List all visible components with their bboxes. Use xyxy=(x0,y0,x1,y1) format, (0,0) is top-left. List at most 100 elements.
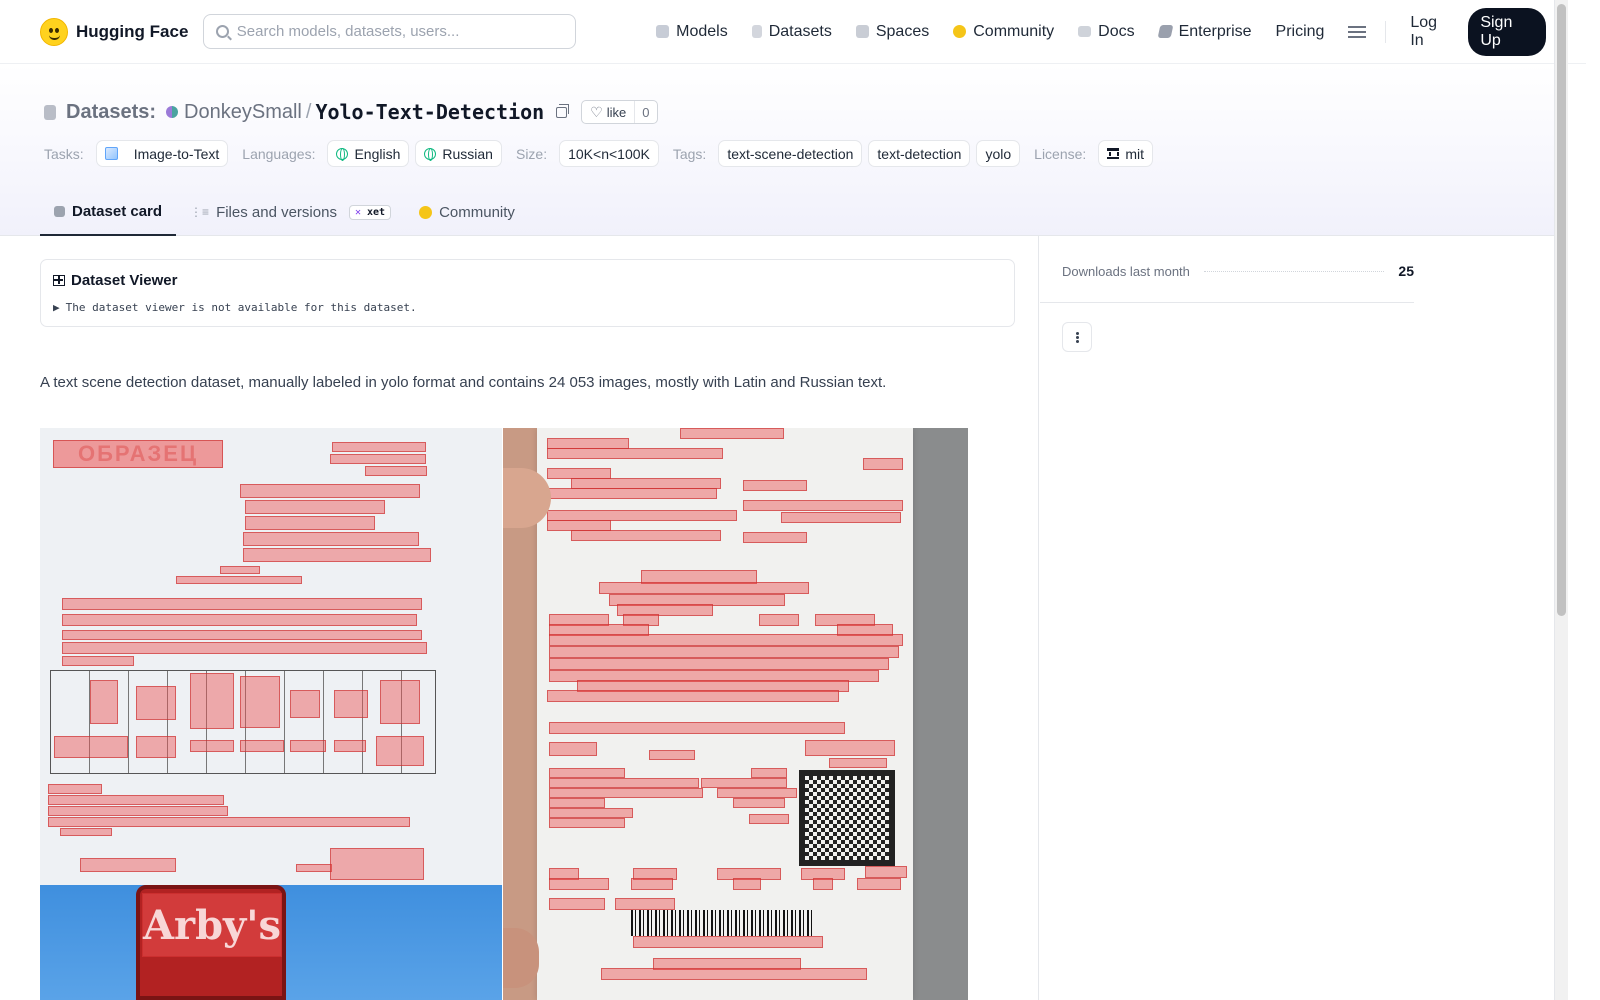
nav-link-models[interactable]: Models xyxy=(644,15,740,49)
text-box xyxy=(240,484,420,498)
nav-link-pricing[interactable]: Pricing xyxy=(1264,15,1337,49)
tab-files-and-versions[interactable]: ⋮≡ Files and versions ✕ xet xyxy=(176,188,405,236)
text-box xyxy=(243,532,419,546)
tab-community[interactable]: Community xyxy=(405,188,529,236)
task-chip[interactable]: Image-to-Text xyxy=(95,140,229,167)
language-chip-english[interactable]: English xyxy=(327,140,410,167)
dataset-viewer-panel: Dataset Viewer ▶ The dataset viewer is n… xyxy=(40,259,1015,327)
search-input[interactable] xyxy=(236,23,557,40)
license-label: License: xyxy=(1034,145,1087,162)
nav-link-docs[interactable]: Docs xyxy=(1066,15,1146,49)
text-box xyxy=(549,798,605,808)
search-box[interactable] xyxy=(202,14,577,49)
language-chip-russian[interactable]: Russian xyxy=(415,140,502,167)
text-box xyxy=(857,878,901,890)
text-box xyxy=(547,690,839,702)
text-box xyxy=(190,740,234,752)
scrollbar-thumb[interactable] xyxy=(1557,4,1566,616)
text-box xyxy=(62,614,417,626)
text-box xyxy=(549,818,625,828)
text-box: Arby's xyxy=(142,893,282,957)
tag-chip[interactable]: text-detection xyxy=(868,140,971,167)
text-box xyxy=(290,740,326,752)
signup-button[interactable]: Sign Up xyxy=(1468,7,1546,56)
text-box xyxy=(62,656,134,666)
text-box xyxy=(380,680,420,724)
more-menu-icon[interactable] xyxy=(1348,25,1367,38)
like-button[interactable]: ♡ like xyxy=(582,101,636,123)
text-box xyxy=(245,516,375,530)
tag-chip[interactable]: text-scene-detection xyxy=(718,140,863,167)
chip-label: Image-to-Text xyxy=(133,145,220,162)
text-box xyxy=(245,500,385,514)
like-count[interactable]: 0 xyxy=(635,105,656,120)
qr-code-icon xyxy=(799,770,895,866)
page-scrollbar[interactable] xyxy=(1554,0,1568,1000)
text-box xyxy=(54,736,128,758)
nav-divider xyxy=(1385,20,1387,43)
book-icon xyxy=(1078,26,1092,37)
more-options-button[interactable] xyxy=(1062,322,1092,352)
owner-link[interactable]: DonkeySmall xyxy=(184,101,302,124)
barcode xyxy=(631,910,815,936)
tag-row: Tasks: Image-to-Text Languages: English … xyxy=(44,140,1153,167)
repo-type-link[interactable]: Datasets: xyxy=(66,101,156,124)
viewer-unavailable-details[interactable]: ▶ The dataset viewer is not available fo… xyxy=(53,301,1002,314)
text-box xyxy=(549,646,899,658)
text-box xyxy=(549,788,703,798)
text-box xyxy=(633,936,823,948)
stamp-label: ОБРАЗЕЦ xyxy=(53,440,223,468)
nav-link-label: Pricing xyxy=(1275,22,1325,40)
file-tree-icon: ⋮≡ xyxy=(190,205,210,219)
xet-label: xet xyxy=(367,206,386,218)
text-box xyxy=(865,866,907,878)
text-box xyxy=(330,454,426,464)
text-box xyxy=(62,630,422,640)
owner-avatar xyxy=(166,106,179,118)
nav-link-label: Datasets xyxy=(768,22,832,40)
tab-label: Dataset card xyxy=(72,202,163,220)
text-box xyxy=(751,768,787,778)
heart-icon: ♡ xyxy=(590,103,603,120)
tasks-label: Tasks: xyxy=(44,145,84,162)
text-box xyxy=(48,817,410,827)
hug-icon xyxy=(419,205,433,219)
license-chip[interactable]: mit xyxy=(1098,140,1153,167)
text-box xyxy=(733,798,785,808)
repo-name[interactable]: Yolo-Text-Detection xyxy=(315,100,544,124)
text-box xyxy=(549,658,889,670)
login-link[interactable]: Log In xyxy=(1398,14,1464,50)
tab-dataset-card[interactable]: Dataset card xyxy=(40,188,177,236)
copy-icon[interactable] xyxy=(556,103,570,118)
image-to-text-icon xyxy=(104,147,118,160)
size-chip[interactable]: 10K<n<100K xyxy=(559,140,659,167)
text-box xyxy=(62,642,427,654)
database-icon xyxy=(751,25,762,38)
signature-box xyxy=(330,848,424,880)
text-box xyxy=(749,814,789,824)
tab-label: Community xyxy=(439,203,515,221)
sidebar-divider xyxy=(1038,236,1039,1000)
text-box xyxy=(90,680,118,724)
text-box xyxy=(863,458,903,470)
nav-link-datasets[interactable]: Datasets xyxy=(740,15,844,49)
text-box xyxy=(376,736,424,766)
tag-chip[interactable]: yolo xyxy=(976,140,1021,167)
downloads-label: Downloads last month xyxy=(1062,263,1190,279)
text-box xyxy=(571,530,721,541)
text-box xyxy=(190,673,234,729)
nav-link-enterprise[interactable]: Enterprise xyxy=(1147,15,1264,49)
brand-link[interactable]: Hugging Face xyxy=(40,17,203,46)
database-icon xyxy=(44,104,56,120)
nav-link-spaces[interactable]: Spaces xyxy=(844,15,941,49)
tags-label: Tags: xyxy=(672,145,707,162)
nav-link-community[interactable]: Community xyxy=(941,15,1066,49)
downloads-value: 25 xyxy=(1398,263,1414,279)
receipt-sample-image xyxy=(503,428,968,1000)
text-box xyxy=(759,614,799,626)
sidebar: Downloads last month 25 xyxy=(1062,260,1414,282)
text-box xyxy=(549,898,605,910)
path-separator: / xyxy=(305,100,312,123)
languages-label: Languages: xyxy=(242,145,316,162)
xet-badge: ✕ xet xyxy=(348,204,392,220)
